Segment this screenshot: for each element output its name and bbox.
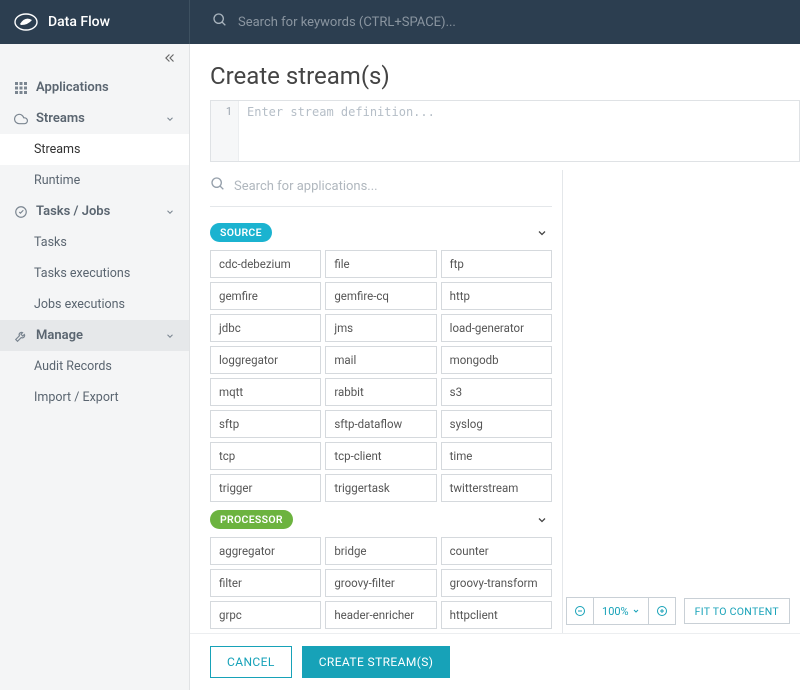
top-header: Data Flow [0, 0, 800, 44]
footer-actions: CANCEL CREATE STREAM(S) [190, 633, 800, 690]
grid-icon [14, 81, 28, 95]
app-chip-processor[interactable]: grpc [210, 601, 321, 629]
app-chip-source[interactable]: time [441, 442, 552, 470]
page-title: Create stream(s) [210, 62, 780, 90]
app-chip-source[interactable]: trigger [210, 474, 321, 502]
app-chip-source[interactable]: loggregator [210, 346, 321, 374]
app-chip-source[interactable]: syslog [441, 410, 552, 438]
zoom-in-button[interactable] [649, 598, 675, 624]
app-chip-source[interactable]: s3 [441, 378, 552, 406]
app-chip-processor[interactable]: bridge [325, 537, 436, 565]
sidebar-collapse-button[interactable] [0, 44, 189, 72]
stream-definition-editor[interactable]: 1 Enter stream definition... [210, 100, 800, 162]
app-chip-source[interactable]: ftp [441, 250, 552, 278]
sidebar-item-tasks-sub[interactable]: Tasks [0, 227, 189, 258]
source-badge: SOURCE [210, 223, 272, 242]
main-content: Create stream(s) 1 Enter stream definiti… [190, 44, 800, 690]
processor-badge: PROCESSOR [210, 510, 293, 529]
app-chip-source[interactable]: mail [325, 346, 436, 374]
sidebar-label: Applications [36, 80, 109, 95]
app-chip-source[interactable]: sftp [210, 410, 321, 438]
app-chip-processor[interactable]: aggregator [210, 537, 321, 565]
app-chip-source[interactable]: mqtt [210, 378, 321, 406]
app-chip-source[interactable]: tcp [210, 442, 321, 470]
zoom-control: 100% [566, 597, 676, 625]
cancel-button[interactable]: CANCEL [210, 646, 292, 678]
category-processor-header[interactable]: PROCESSOR [210, 510, 552, 529]
app-chip-processor[interactable]: groovy-filter [325, 569, 436, 597]
zoom-out-button[interactable] [567, 598, 593, 624]
zoom-level-dropdown[interactable]: 100% [593, 598, 649, 624]
sidebar-item-tasks-executions[interactable]: Tasks executions [0, 258, 189, 289]
cloud-icon [14, 112, 28, 126]
editor-gutter: 1 [211, 101, 239, 161]
global-search-input[interactable] [238, 15, 800, 30]
application-palette: SOURCE cdc-debeziumfileftp gemfiregemfire… [210, 170, 562, 633]
app-chip-processor[interactable]: httpclient [441, 601, 552, 629]
app-chip-source[interactable]: jdbc [210, 314, 321, 342]
leaf-icon [14, 10, 38, 34]
sidebar-item-streams[interactable]: Streams [0, 103, 189, 134]
app-chip-source[interactable]: load-generator [441, 314, 552, 342]
global-search[interactable] [190, 12, 800, 32]
chevron-down-icon [165, 331, 175, 341]
sidebar-label: Streams [36, 111, 85, 126]
create-stream-button[interactable]: CREATE STREAM(S) [302, 646, 451, 678]
chevron-down-icon [536, 227, 548, 239]
search-icon [212, 12, 228, 32]
sidebar-item-manage[interactable]: Manage [0, 320, 189, 351]
sidebar-item-applications[interactable]: Applications [0, 72, 189, 103]
design-canvas[interactable]: 100% FIT TO CONTENT [562, 170, 800, 633]
chevron-down-icon [536, 514, 548, 526]
app-chip-source[interactable]: triggertask [325, 474, 436, 502]
brand-text: Data Flow [48, 14, 110, 30]
search-icon [210, 176, 226, 196]
fit-to-content-button[interactable]: FIT TO CONTENT [684, 598, 790, 624]
sidebar: Applications Streams Streams Runtime Tas… [0, 44, 190, 690]
editor-placeholder[interactable]: Enter stream definition... [239, 101, 799, 161]
category-source-header[interactable]: SOURCE [210, 223, 552, 242]
app-chip-processor[interactable]: groovy-transform [441, 569, 552, 597]
sidebar-item-audit-records[interactable]: Audit Records [0, 351, 189, 382]
app-chip-source[interactable]: tcp-client [325, 442, 436, 470]
app-chip-source[interactable]: http [441, 282, 552, 310]
application-search-input[interactable] [234, 179, 552, 194]
wrench-icon [14, 329, 28, 343]
sidebar-item-tasks[interactable]: Tasks / Jobs [0, 196, 189, 227]
sidebar-label: Manage [36, 328, 83, 343]
chevron-down-icon [165, 207, 175, 217]
app-chip-source[interactable]: rabbit [325, 378, 436, 406]
sidebar-item-streams-sub[interactable]: Streams [0, 134, 189, 165]
app-chip-processor[interactable]: filter [210, 569, 321, 597]
app-chip-source[interactable]: mongodb [441, 346, 552, 374]
app-chip-source[interactable]: gemfire-cq [325, 282, 436, 310]
sidebar-item-import-export[interactable]: Import / Export [0, 382, 189, 413]
sidebar-item-jobs-executions[interactable]: Jobs executions [0, 289, 189, 320]
chevron-down-icon [165, 114, 175, 124]
app-chip-source[interactable]: sftp-dataflow [325, 410, 436, 438]
app-chip-source[interactable]: jms [325, 314, 436, 342]
app-chip-source[interactable]: twitterstream [441, 474, 552, 502]
app-chip-source[interactable]: gemfire [210, 282, 321, 310]
tasks-icon [14, 205, 28, 219]
application-search[interactable] [210, 170, 552, 207]
app-chip-processor[interactable]: counter [441, 537, 552, 565]
sidebar-item-runtime[interactable]: Runtime [0, 165, 189, 196]
app-chip-processor[interactable]: header-enricher [325, 601, 436, 629]
app-chip-source[interactable]: cdc-debezium [210, 250, 321, 278]
sidebar-label: Tasks / Jobs [36, 204, 110, 219]
brand-area[interactable]: Data Flow [0, 0, 190, 44]
app-chip-source[interactable]: file [325, 250, 436, 278]
